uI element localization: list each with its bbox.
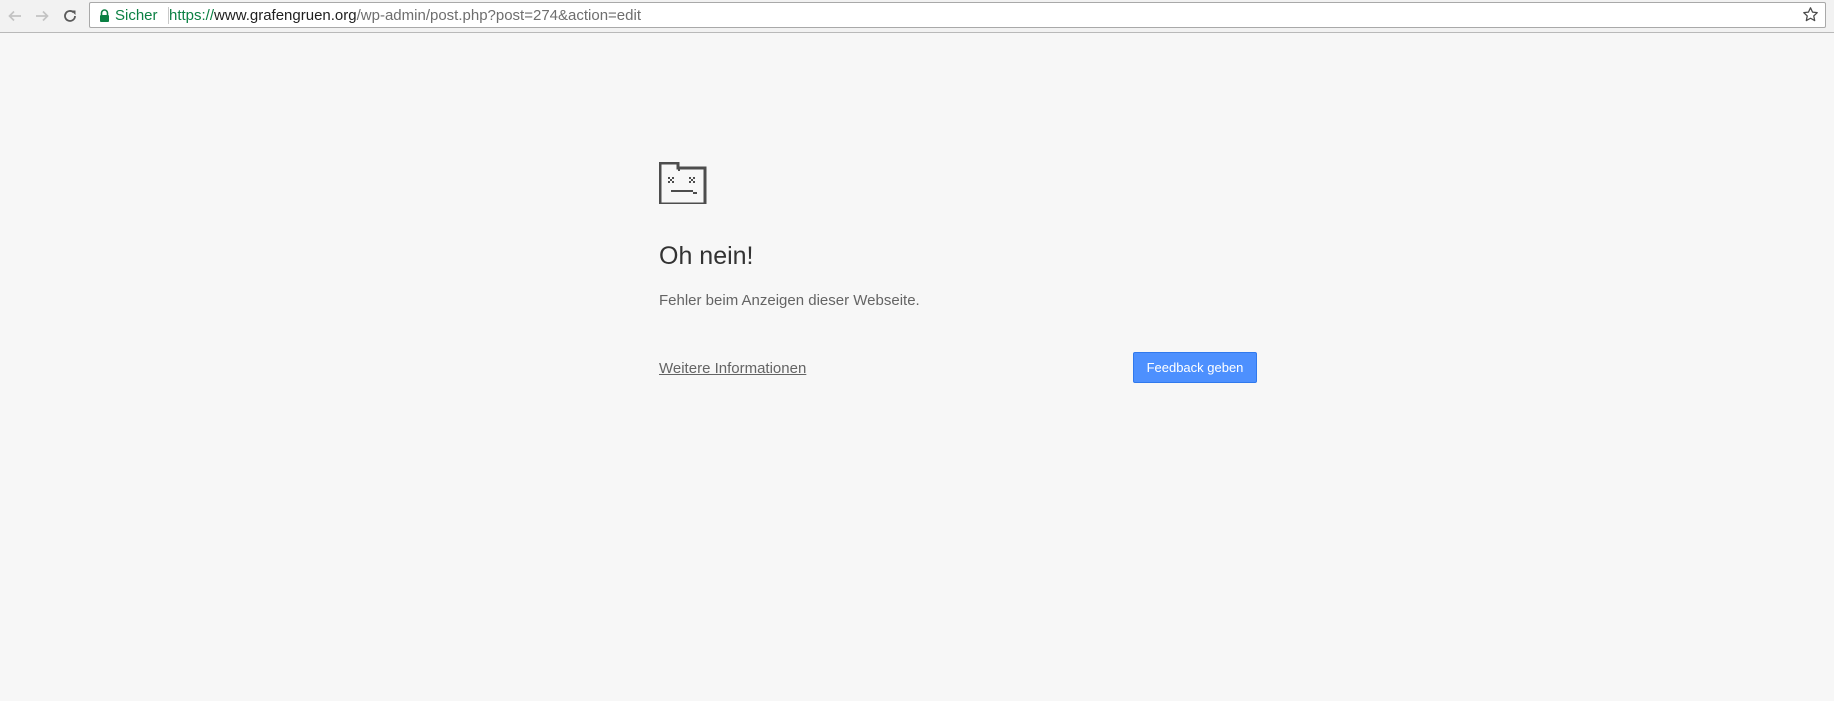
browser-toolbar: Sicher https://www.grafengruen.org/wp-ad… (0, 0, 1834, 33)
secure-label[interactable]: Sicher (115, 7, 158, 24)
error-message: Fehler beim Anzeigen dieser Webseite. (659, 292, 920, 309)
url-scheme: https:// (169, 7, 215, 24)
error-heading: Oh nein! (659, 242, 754, 270)
star-icon[interactable] (1802, 6, 1819, 28)
feedback-button[interactable]: Feedback geben (1133, 352, 1257, 383)
lock-icon[interactable] (99, 9, 110, 27)
sad-tab-icon (658, 161, 707, 209)
forward-button[interactable] (30, 4, 54, 28)
back-button[interactable] (3, 4, 27, 28)
address-bar[interactable]: Sicher https://www.grafengruen.org/wp-ad… (89, 2, 1826, 28)
learn-more-link[interactable]: Weitere Informationen (659, 360, 806, 377)
arrow-left-icon (7, 8, 23, 24)
url-text[interactable]: https://www.grafengruen.org/wp-admin/pos… (169, 7, 641, 24)
reload-icon (62, 8, 78, 24)
arrow-right-icon (34, 8, 50, 24)
reload-button[interactable] (58, 4, 82, 28)
url-host: www.grafengruen.org (214, 7, 357, 24)
url-path: /wp-admin/post.php?post=274&action=edit (356, 7, 641, 24)
